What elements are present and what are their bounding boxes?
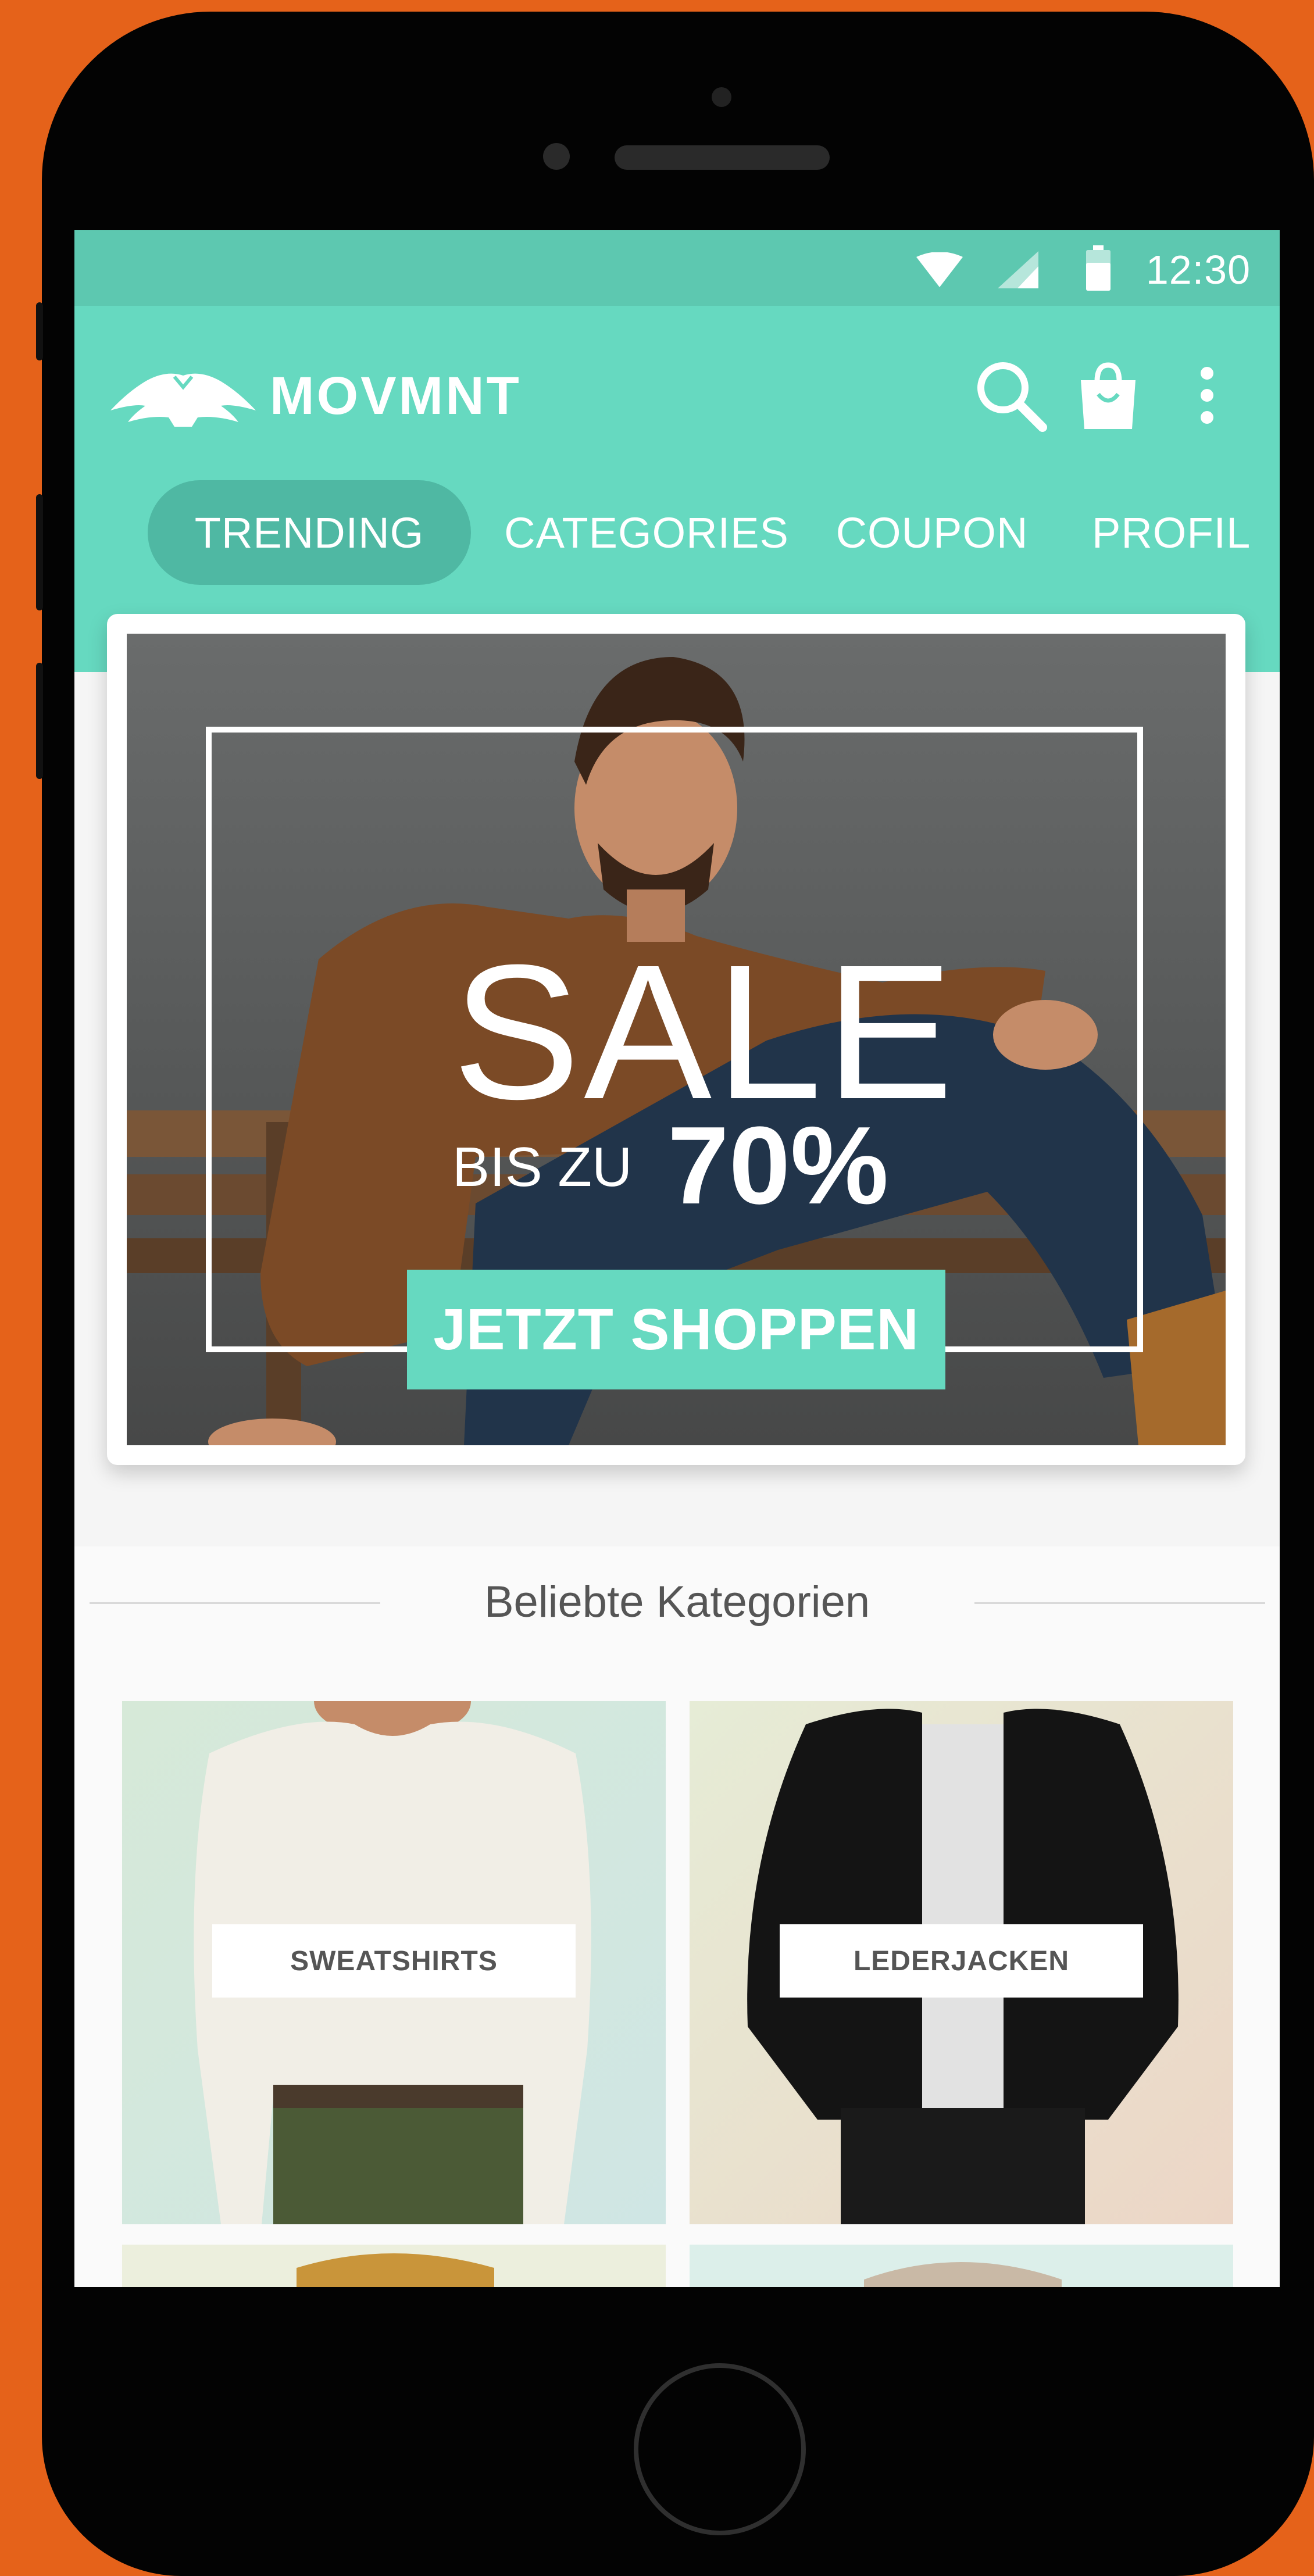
logo-wings-icon bbox=[110, 373, 256, 427]
status-time: 12:30 bbox=[1145, 247, 1251, 292]
category-tile-sweatshirts[interactable]: SWEATSHIRTS bbox=[122, 1701, 666, 2224]
sale-subline-prefix: BIS ZU bbox=[452, 1136, 633, 1198]
mute-switch bbox=[36, 302, 43, 360]
signal-icon bbox=[998, 251, 1038, 288]
category-tile-lederjacken[interactable]: LEDERJACKEN bbox=[690, 1701, 1233, 2224]
section-title: Beliebte Kategorien bbox=[484, 1577, 870, 1627]
category-label-lederjacken: LEDERJACKEN bbox=[780, 1924, 1143, 1998]
search-button[interactable] bbox=[970, 355, 1051, 436]
category-4-image bbox=[864, 2262, 1062, 2287]
proximity-sensor bbox=[712, 87, 731, 107]
home-button[interactable] bbox=[634, 2363, 806, 2535]
cart-button[interactable] bbox=[1067, 355, 1149, 436]
status-bar: 12:30 bbox=[74, 230, 1280, 306]
sale-discount: 70% bbox=[667, 1104, 889, 1227]
shopping-bag-icon bbox=[1081, 362, 1136, 429]
wifi-icon bbox=[916, 252, 963, 287]
overflow-menu-button[interactable] bbox=[1166, 355, 1248, 436]
more-vert-icon bbox=[1201, 367, 1213, 424]
volume-down-button bbox=[36, 663, 43, 779]
app-logo[interactable]: MOVMNT bbox=[110, 364, 522, 428]
shop-now-button[interactable]: JETZT SHOPPEN bbox=[407, 1270, 945, 1389]
earpiece-speaker bbox=[615, 145, 830, 170]
tab-coupon[interactable]: COUPON bbox=[819, 480, 1045, 585]
sale-headline: SALE bbox=[452, 924, 957, 1139]
sale-banner-image: SALE BIS ZU 70% JETZT SHOPPEN bbox=[127, 634, 1226, 1445]
app-screen: 12:30 MOVMNT TRENDING CATEGORIES COUPON … bbox=[74, 230, 1280, 2287]
tab-profil[interactable]: PROFIL bbox=[1074, 480, 1280, 585]
sale-banner-card[interactable]: SALE BIS ZU 70% JETZT SHOPPEN bbox=[107, 614, 1245, 1465]
tab-categories[interactable]: CATEGORIES bbox=[501, 480, 792, 585]
app-name: MOVMNT bbox=[270, 366, 522, 426]
search-icon bbox=[977, 362, 1047, 432]
tab-bar: TRENDING CATEGORIES COUPON PROFIL bbox=[74, 480, 1280, 585]
category-tile-3[interactable] bbox=[122, 2245, 666, 2287]
category-tile-4[interactable] bbox=[690, 2245, 1233, 2287]
category-label-sweatshirts: SWEATSHIRTS bbox=[212, 1924, 576, 1998]
tab-trending[interactable]: TRENDING bbox=[148, 480, 471, 585]
battery-icon bbox=[1086, 245, 1111, 291]
volume-up-button bbox=[36, 494, 43, 610]
category-3-image bbox=[297, 2253, 494, 2287]
front-camera bbox=[543, 143, 570, 170]
